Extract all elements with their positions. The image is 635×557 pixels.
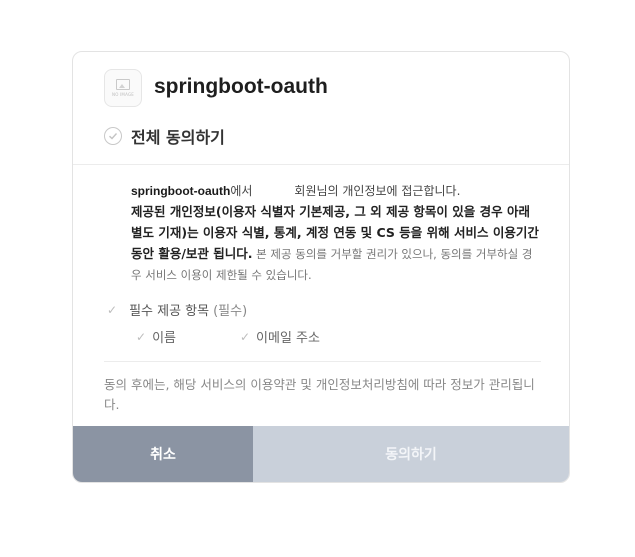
consent-description: springboot-oauth에서 회원님의 개인정보에 접근합니다. 제공된 …: [131, 181, 541, 286]
app-logo-text: NO IMAGE: [112, 92, 134, 97]
required-tag: (필수): [213, 304, 248, 319]
required-items-label: 필수 제공 항목: [129, 304, 210, 319]
image-placeholder-icon: [116, 79, 130, 90]
divider: [104, 361, 541, 362]
app-logo: NO IMAGE: [104, 69, 142, 107]
required-item-email[interactable]: ✓ 이메일 주소: [239, 327, 320, 347]
action-buttons: 취소 동의하기: [73, 426, 569, 482]
cancel-button[interactable]: 취소: [73, 426, 253, 482]
description-member: 회원님의 개인정보에 접근합니다.: [294, 184, 461, 198]
check-icon: ✓: [136, 329, 147, 344]
description-from: 에서: [230, 184, 253, 198]
agree-all-label: 전체 동의하기: [131, 128, 225, 147]
required-items-header[interactable]: ✓ 필수 제공 항목 (필수): [107, 300, 248, 320]
check-icon: ✓: [239, 329, 251, 344]
agree-all-checkbox[interactable]: 전체 동의하기: [104, 124, 225, 148]
app-name: springboot-oauth: [154, 75, 328, 98]
consent-notice: 동의 후에는, 해당 서비스의 이용약관 및 개인정보처리방침에 따라 정보가 …: [104, 377, 535, 412]
required-items-list: ✓ 이름 ✓ 이메일 주소: [136, 327, 320, 347]
consent-header: NO IMAGE springboot-oauth 전체 동의하기: [73, 52, 569, 165]
required-item-name[interactable]: ✓ 이름: [136, 327, 176, 347]
agree-button[interactable]: 동의하기: [253, 426, 569, 482]
check-circle-icon[interactable]: [104, 127, 122, 145]
required-item-label: 이름: [152, 331, 176, 346]
description-app-name: springboot-oauth: [131, 184, 231, 198]
required-item-label: 이메일 주소: [256, 331, 320, 346]
consent-card: NO IMAGE springboot-oauth 전체 동의하기 spring…: [72, 51, 570, 483]
check-icon: ✓: [107, 302, 118, 317]
